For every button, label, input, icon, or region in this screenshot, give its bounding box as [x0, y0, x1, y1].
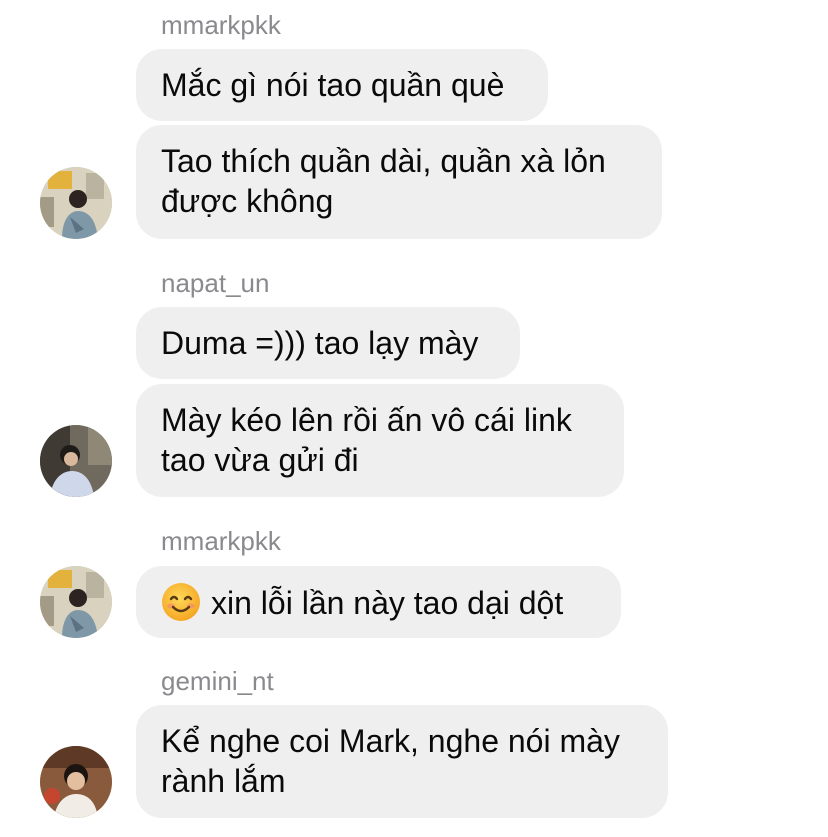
message-text-line: Tao thích quần dài, quần xà lỏn	[161, 143, 606, 179]
message-bubble[interactable]: Mày kéo lên rồi ấn vô cái link tao vừa g…	[136, 384, 624, 497]
sender-name: mmarkpkk	[161, 10, 281, 40]
avatar-photo-icon	[40, 167, 112, 239]
avatar[interactable]	[40, 566, 112, 638]
message-bubble[interactable]: Kể nghe coi Mark, nghe nói mày rành lắm	[136, 705, 668, 818]
message-bubble[interactable]: Mắc gì nói tao quần què	[136, 49, 548, 121]
sender-name: napat_un	[161, 268, 270, 298]
message-text-line: Mày kéo lên rồi ấn vô cái link	[161, 402, 572, 438]
message-text-line: xin lỗi lần này tao dại dột	[161, 582, 596, 623]
message-text: xin lỗi lần này tao dại dột	[211, 585, 564, 621]
message-text: Mắc gì nói tao quần què	[161, 67, 505, 103]
message-text-line: được không	[161, 183, 334, 219]
avatar-photo-icon	[40, 566, 112, 638]
avatar[interactable]	[40, 425, 112, 497]
message-bubble[interactable]: xin lỗi lần này tao dại dột	[136, 566, 621, 638]
smiling-face-emoji-icon	[162, 583, 200, 621]
message-text-line: rành lắm	[161, 763, 286, 799]
message-text-line: tao vừa gửi đi	[161, 442, 359, 478]
sender-name: gemini_nt	[161, 666, 274, 696]
avatar[interactable]	[40, 746, 112, 818]
avatar-photo-icon	[40, 425, 112, 497]
message-text: Duma =))) tao lạy mày	[161, 325, 479, 361]
message-text-line: Kể nghe coi Mark, nghe nói mày	[161, 723, 620, 759]
message-bubble[interactable]: Duma =))) tao lạy mày	[136, 307, 520, 379]
avatar[interactable]	[40, 167, 112, 239]
sender-name: mmarkpkk	[161, 526, 281, 556]
message-bubble[interactable]: Tao thích quần dài, quần xà lỏn được khô…	[136, 125, 662, 239]
avatar-photo-icon	[40, 746, 112, 818]
